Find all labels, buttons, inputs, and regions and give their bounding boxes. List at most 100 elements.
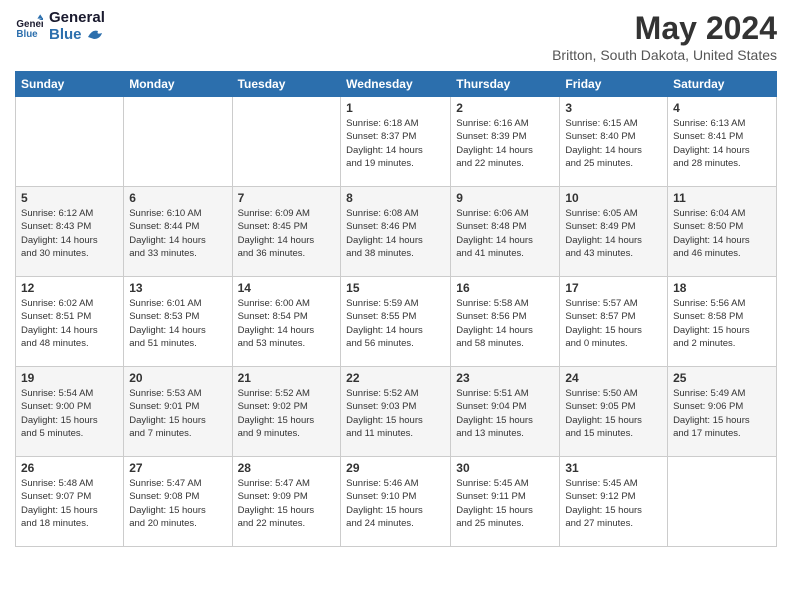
day-info: Sunrise: 6:01 AM Sunset: 8:53 PM Dayligh… [129, 297, 226, 350]
days-header-row: Sunday Monday Tuesday Wednesday Thursday… [16, 72, 777, 97]
calendar-cell: 20 Sunrise: 5:53 AM Sunset: 9:01 PM Dayli… [124, 367, 232, 457]
day-number: 29 [346, 461, 445, 475]
day-info: Sunrise: 5:47 AM Sunset: 9:08 PM Dayligh… [129, 477, 226, 530]
day-info: Sunrise: 5:52 AM Sunset: 9:03 PM Dayligh… [346, 387, 445, 440]
calendar-cell [124, 97, 232, 187]
calendar-cell: 9 Sunrise: 6:06 AM Sunset: 8:48 PM Daylig… [451, 187, 560, 277]
calendar-cell: 17 Sunrise: 5:57 AM Sunset: 8:57 PM Dayli… [560, 277, 668, 367]
day-info: Sunrise: 5:45 AM Sunset: 9:12 PM Dayligh… [565, 477, 662, 530]
calendar-cell: 10Sunrise: 6:05 AM Sunset: 8:49 PM Dayli… [560, 187, 668, 277]
calendar-cell: 18 Sunrise: 5:56 AM Sunset: 8:58 PM Dayli… [668, 277, 777, 367]
day-number: 20 [129, 371, 226, 385]
calendar-cell: 29 Sunrise: 5:46 AM Sunset: 9:10 PM Dayli… [341, 457, 451, 547]
day-number: 16 [456, 281, 554, 295]
day-number: 2 [456, 101, 554, 115]
header-saturday: Saturday [668, 72, 777, 97]
day-info: Sunrise: 6:10 AM Sunset: 8:44 PM Dayligh… [129, 207, 226, 260]
calendar-week-row-4: 19 Sunrise: 5:54 AM Sunset: 9:00 PM Dayli… [16, 367, 777, 457]
calendar-cell: 30Sunrise: 5:45 AM Sunset: 9:11 PM Dayli… [451, 457, 560, 547]
calendar-cell [16, 97, 124, 187]
header-friday: Friday [560, 72, 668, 97]
calendar-week-row-3: 12 Sunrise: 6:02 AM Sunset: 8:51 PM Dayli… [16, 277, 777, 367]
logo-icon: General Blue [15, 13, 43, 41]
day-number: 13 [129, 281, 226, 295]
day-number: 25 [673, 371, 771, 385]
logo-bird-icon [88, 29, 104, 41]
day-number: 3 [565, 101, 662, 115]
calendar-cell: 14Sunrise: 6:00 AM Sunset: 8:54 PM Dayli… [232, 277, 341, 367]
calendar-cell: 4 Sunrise: 6:13 AM Sunset: 8:41 PM Daylig… [668, 97, 777, 187]
day-info: Sunrise: 6:06 AM Sunset: 8:48 PM Dayligh… [456, 207, 554, 260]
day-info: Sunrise: 5:59 AM Sunset: 8:55 PM Dayligh… [346, 297, 445, 350]
calendar-cell: 28 Sunrise: 5:47 AM Sunset: 9:09 PM Dayli… [232, 457, 341, 547]
day-number: 12 [21, 281, 118, 295]
day-info: Sunrise: 6:02 AM Sunset: 8:51 PM Dayligh… [21, 297, 118, 350]
day-info: Sunrise: 6:09 AM Sunset: 8:45 PM Dayligh… [238, 207, 336, 260]
day-info: Sunrise: 6:00 AM Sunset: 8:54 PM Dayligh… [238, 297, 336, 350]
day-number: 28 [238, 461, 336, 475]
month-year-title: May 2024 [552, 10, 777, 47]
day-number: 22 [346, 371, 445, 385]
day-number: 19 [21, 371, 118, 385]
day-info: Sunrise: 5:53 AM Sunset: 9:01 PM Dayligh… [129, 387, 226, 440]
day-info: Sunrise: 6:05 AM Sunset: 8:49 PM Dayligh… [565, 207, 662, 260]
day-info: Sunrise: 5:56 AM Sunset: 8:58 PM Dayligh… [673, 297, 771, 350]
calendar-cell: 11 Sunrise: 6:04 AM Sunset: 8:50 PM Dayli… [668, 187, 777, 277]
header-thursday: Thursday [451, 72, 560, 97]
day-info: Sunrise: 5:57 AM Sunset: 8:57 PM Dayligh… [565, 297, 662, 350]
header: General Blue General Blue May 2024 Britt… [15, 10, 777, 63]
calendar-cell: 27 Sunrise: 5:47 AM Sunset: 9:08 PM Dayli… [124, 457, 232, 547]
day-number: 30 [456, 461, 554, 475]
calendar-cell: 16 Sunrise: 5:58 AM Sunset: 8:56 PM Dayli… [451, 277, 560, 367]
day-info: Sunrise: 6:13 AM Sunset: 8:41 PM Dayligh… [673, 117, 771, 170]
logo-blue: Blue [49, 27, 105, 44]
calendar-cell: 15 Sunrise: 5:59 AM Sunset: 8:55 PM Dayli… [341, 277, 451, 367]
calendar-cell: 7 Sunrise: 6:09 AM Sunset: 8:45 PM Daylig… [232, 187, 341, 277]
day-number: 24 [565, 371, 662, 385]
day-info: Sunrise: 5:52 AM Sunset: 9:02 PM Dayligh… [238, 387, 336, 440]
day-info: Sunrise: 6:12 AM Sunset: 8:43 PM Dayligh… [21, 207, 118, 260]
day-info: Sunrise: 6:16 AM Sunset: 8:39 PM Dayligh… [456, 117, 554, 170]
calendar-cell: 24 Sunrise: 5:50 AM Sunset: 9:05 PM Dayli… [560, 367, 668, 457]
calendar-cell: 25 Sunrise: 5:49 AM Sunset: 9:06 PM Dayli… [668, 367, 777, 457]
calendar-cell: 31 Sunrise: 5:45 AM Sunset: 9:12 PM Dayli… [560, 457, 668, 547]
day-number: 17 [565, 281, 662, 295]
calendar-week-row-1: 1Sunrise: 6:18 AM Sunset: 8:37 PM Daylig… [16, 97, 777, 187]
day-info: Sunrise: 6:08 AM Sunset: 8:46 PM Dayligh… [346, 207, 445, 260]
calendar-week-row-2: 5Sunrise: 6:12 AM Sunset: 8:43 PM Daylig… [16, 187, 777, 277]
day-info: Sunrise: 5:50 AM Sunset: 9:05 PM Dayligh… [565, 387, 662, 440]
day-number: 4 [673, 101, 771, 115]
day-info: Sunrise: 5:58 AM Sunset: 8:56 PM Dayligh… [456, 297, 554, 350]
calendar-cell: 6 Sunrise: 6:10 AM Sunset: 8:44 PM Daylig… [124, 187, 232, 277]
day-number: 18 [673, 281, 771, 295]
calendar-cell: 26Sunrise: 5:48 AM Sunset: 9:07 PM Dayli… [16, 457, 124, 547]
day-info: Sunrise: 6:04 AM Sunset: 8:50 PM Dayligh… [673, 207, 771, 260]
day-info: Sunrise: 6:18 AM Sunset: 8:37 PM Dayligh… [346, 117, 445, 170]
day-number: 9 [456, 191, 554, 205]
day-number: 26 [21, 461, 118, 475]
day-info: Sunrise: 5:49 AM Sunset: 9:06 PM Dayligh… [673, 387, 771, 440]
day-info: Sunrise: 5:47 AM Sunset: 9:09 PM Dayligh… [238, 477, 336, 530]
day-number: 11 [673, 191, 771, 205]
day-number: 27 [129, 461, 226, 475]
header-tuesday: Tuesday [232, 72, 341, 97]
calendar-cell [232, 97, 341, 187]
calendar-cell: 21Sunrise: 5:52 AM Sunset: 9:02 PM Dayli… [232, 367, 341, 457]
day-number: 31 [565, 461, 662, 475]
calendar-cell: 1Sunrise: 6:18 AM Sunset: 8:37 PM Daylig… [341, 97, 451, 187]
calendar-cell: 8Sunrise: 6:08 AM Sunset: 8:46 PM Daylig… [341, 187, 451, 277]
calendar-cell: 23Sunrise: 5:51 AM Sunset: 9:04 PM Dayli… [451, 367, 560, 457]
calendar-page: General Blue General Blue May 2024 Britt… [0, 0, 792, 612]
day-number: 7 [238, 191, 336, 205]
calendar-week-row-5: 26Sunrise: 5:48 AM Sunset: 9:07 PM Dayli… [16, 457, 777, 547]
day-number: 15 [346, 281, 445, 295]
calendar-cell [668, 457, 777, 547]
day-info: Sunrise: 5:46 AM Sunset: 9:10 PM Dayligh… [346, 477, 445, 530]
calendar-cell: 22 Sunrise: 5:52 AM Sunset: 9:03 PM Dayli… [341, 367, 451, 457]
calendar-cell: 2 Sunrise: 6:16 AM Sunset: 8:39 PM Daylig… [451, 97, 560, 187]
day-info: Sunrise: 6:15 AM Sunset: 8:40 PM Dayligh… [565, 117, 662, 170]
day-info: Sunrise: 5:54 AM Sunset: 9:00 PM Dayligh… [21, 387, 118, 440]
calendar-table: Sunday Monday Tuesday Wednesday Thursday… [15, 71, 777, 547]
day-number: 6 [129, 191, 226, 205]
calendar-cell: 12 Sunrise: 6:02 AM Sunset: 8:51 PM Dayli… [16, 277, 124, 367]
